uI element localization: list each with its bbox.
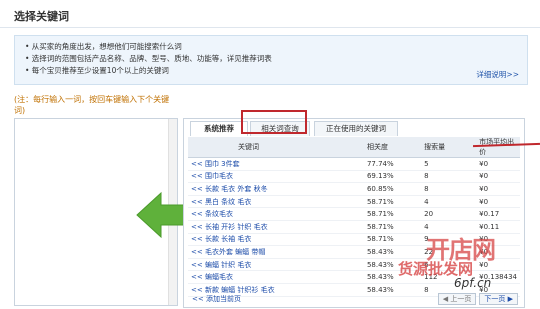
table-row[interactable]: << 黑白 条纹 毛衣 58.71% 4 ¥0: [188, 195, 520, 209]
page-title: 选择关键词: [14, 10, 69, 23]
add-current-page-link[interactable]: << 添加当前页: [192, 294, 241, 304]
keyword-cell[interactable]: << 蝙蝠毛衣: [188, 270, 364, 284]
price-cell: ¥0.17: [476, 207, 520, 221]
tip-line: • 每个宝贝推荐至少设置10个以上的关键词: [25, 66, 169, 75]
relevance-cell: 60.85%: [363, 182, 422, 196]
tip-line: • 从买家的角度出发，想想他们可能搜索什么词: [25, 42, 182, 51]
watermark-url: 6pf.cn: [454, 276, 492, 290]
relevance-cell: 58.71%: [363, 207, 422, 221]
title-divider: [0, 27, 540, 28]
table-row[interactable]: << 长款 毛衣 外套 秋冬 60.85% 8 ¥0: [188, 182, 520, 196]
input-note: (注：每行输入一词，按回车键输入下个关键词): [14, 95, 170, 115]
tip-line: • 选择词的范围包括产品名称、品牌、型号、质地、功能等，详见推荐词表: [25, 54, 272, 63]
volume-cell: 8: [421, 182, 477, 196]
volume-cell: 8: [421, 170, 477, 184]
highlight-box: [241, 110, 307, 134]
keyword-cell[interactable]: << 条纹毛衣: [188, 207, 364, 221]
keyword-cell[interactable]: << 毛衣外套 蝙蝠 带帽: [188, 245, 364, 259]
relevance-cell: 77.74%: [363, 157, 422, 171]
column-header: 搜索量: [421, 137, 477, 158]
column-header: 关键词: [188, 137, 364, 158]
price-cell: ¥0: [476, 182, 520, 196]
price-cell: ¥0: [476, 170, 520, 184]
price-cell: ¥0: [476, 157, 520, 171]
column-header: 市场平均出价: [476, 137, 520, 158]
relevance-cell: 58.71%: [363, 195, 422, 209]
volume-cell: 5: [421, 157, 477, 171]
keyword-cell[interactable]: << 围巾 3件套: [188, 157, 364, 171]
keyword-cell[interactable]: << 蝙蝠 针织 毛衣: [188, 258, 364, 272]
table-row[interactable]: << 条纹毛衣 58.71% 20 ¥0.17: [188, 207, 520, 221]
table-header-row: 关键词 相关度 搜索量 市场平均出价: [188, 137, 520, 158]
details-link[interactable]: 详细说明>>: [476, 69, 519, 80]
keyword-cell[interactable]: << 长款 长袖 毛衣: [188, 233, 364, 247]
keyword-cell[interactable]: << 长款 毛衣 外套 秋冬: [188, 182, 364, 196]
keyword-cell[interactable]: << 长袖 开衫 针织 毛衣: [188, 220, 364, 234]
tab-system-recommend[interactable]: 系统推荐: [190, 121, 248, 136]
column-header: 相关度: [363, 137, 422, 158]
watermark: 开店网 货源批发网 6pf.cn: [398, 230, 538, 300]
keyword-cell[interactable]: << 围巾毛衣: [188, 170, 364, 184]
price-cell: ¥0: [476, 195, 520, 209]
tips-box: • 从买家的角度出发，想想他们可能搜索什么词 • 选择词的范围包括产品名称、品牌…: [14, 35, 528, 85]
table-row[interactable]: << 围巾毛衣 69.13% 8 ¥0: [188, 170, 520, 184]
keyword-cell[interactable]: << 黑白 条纹 毛衣: [188, 195, 364, 209]
volume-cell: 4: [421, 195, 477, 209]
table-row[interactable]: << 围巾 3件套 77.74% 5 ¥0: [188, 157, 520, 171]
tab-keywords-in-use[interactable]: 正在使用的关键词: [314, 121, 398, 136]
volume-cell: 20: [421, 207, 477, 221]
relevance-cell: 69.13%: [363, 170, 422, 184]
